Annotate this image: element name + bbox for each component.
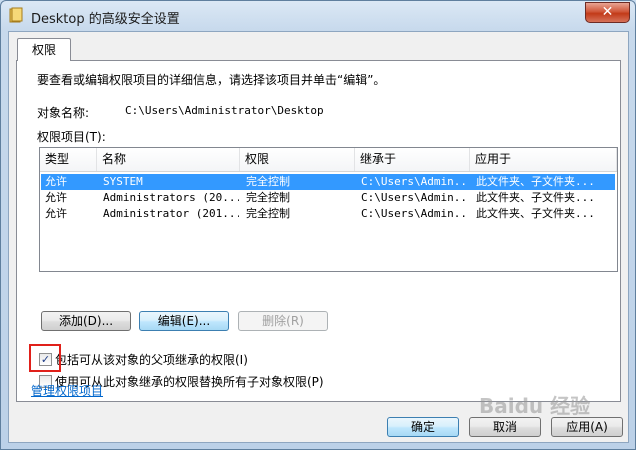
cell-name: SYSTEM <box>103 175 143 188</box>
permission-entries-list[interactable]: 类型 名称 权限 继承于 应用于 允许 SYSTEM 完全控制 C:\Users… <box>39 147 618 272</box>
list-header: 类型 名称 权限 继承于 应用于 <box>40 148 617 172</box>
column-applies[interactable]: 应用于 <box>470 148 617 171</box>
cell-applies: 此文件夹、子文件夹... <box>476 175 595 188</box>
remove-button[interactable]: 删除(R) <box>238 311 328 331</box>
close-icon: ✕ <box>601 4 614 20</box>
table-row[interactable]: 允许 Administrators (20... 完全控制 C:\Users\A… <box>41 190 615 206</box>
column-type[interactable]: 类型 <box>40 148 97 171</box>
column-inherited[interactable]: 继承于 <box>355 148 470 171</box>
cell-inherited: C:\Users\Admin... <box>361 191 469 204</box>
entries-label: 权限项目(T): <box>37 130 106 144</box>
table-row[interactable]: 允许 SYSTEM 完全控制 C:\Users\Admin... 此文件夹、子文… <box>41 174 615 190</box>
cell-type: 允许 <box>45 191 67 204</box>
window-title: Desktop 的高级安全设置 <box>31 12 180 27</box>
add-button[interactable]: 添加(D)... <box>41 311 131 331</box>
apply-button[interactable]: 应用(A) <box>551 417 623 437</box>
cell-permission: 完全控制 <box>246 191 290 204</box>
title-bar[interactable]: Desktop 的高级安全设置 ✕ <box>1 1 635 31</box>
column-name[interactable]: 名称 <box>97 148 240 171</box>
close-button[interactable]: ✕ <box>585 2 630 23</box>
object-name-value: C:\Users\Administrator\Desktop <box>125 104 324 117</box>
dialog-client: 权限 要查看或编辑权限项目的详细信息，请选择该项目并单击“编辑”。 对象名称: … <box>8 31 629 443</box>
cell-applies: 此文件夹、子文件夹... <box>476 191 595 204</box>
highlight-box <box>29 344 61 372</box>
cell-inherited: C:\Users\Admin... <box>361 207 469 220</box>
ok-button[interactable]: 确定 <box>387 417 459 437</box>
watermark: Baidu 经验 <box>479 394 591 418</box>
intro-text: 要查看或编辑权限项目的详细信息，请选择该项目并单击“编辑”。 <box>37 73 386 87</box>
manage-permissions-link[interactable]: 管理权限项目 <box>31 382 103 399</box>
cell-name: Administrator (201... <box>103 207 239 220</box>
dialog-window: Desktop 的高级安全设置 ✕ 权限 要查看或编辑权限项目的详细信息，请选择… <box>0 0 636 450</box>
cell-applies: 此文件夹、子文件夹... <box>476 207 595 220</box>
table-row[interactable]: 允许 Administrator (201... 完全控制 C:\Users\A… <box>41 206 615 222</box>
folder-icon <box>9 7 23 23</box>
column-permission[interactable]: 权限 <box>240 148 355 171</box>
cell-type: 允许 <box>45 207 67 220</box>
cell-name: Administrators (20... <box>103 191 239 204</box>
tab-permissions[interactable]: 权限 <box>17 38 71 61</box>
cancel-button[interactable]: 取消 <box>469 417 541 437</box>
edit-button[interactable]: 编辑(E)... <box>139 311 229 331</box>
cell-permission: 完全控制 <box>246 175 290 188</box>
permissions-panel: 要查看或编辑权限项目的详细信息，请选择该项目并单击“编辑”。 对象名称: C:\… <box>16 60 621 402</box>
cell-inherited: C:\Users\Admin... <box>361 175 469 188</box>
include-inheritable-label[interactable]: 包括可从该对象的父项继承的权限(I) <box>55 351 248 368</box>
object-name-label: 对象名称: <box>37 106 90 120</box>
cell-type: 允许 <box>45 175 67 188</box>
cell-permission: 完全控制 <box>246 207 290 220</box>
